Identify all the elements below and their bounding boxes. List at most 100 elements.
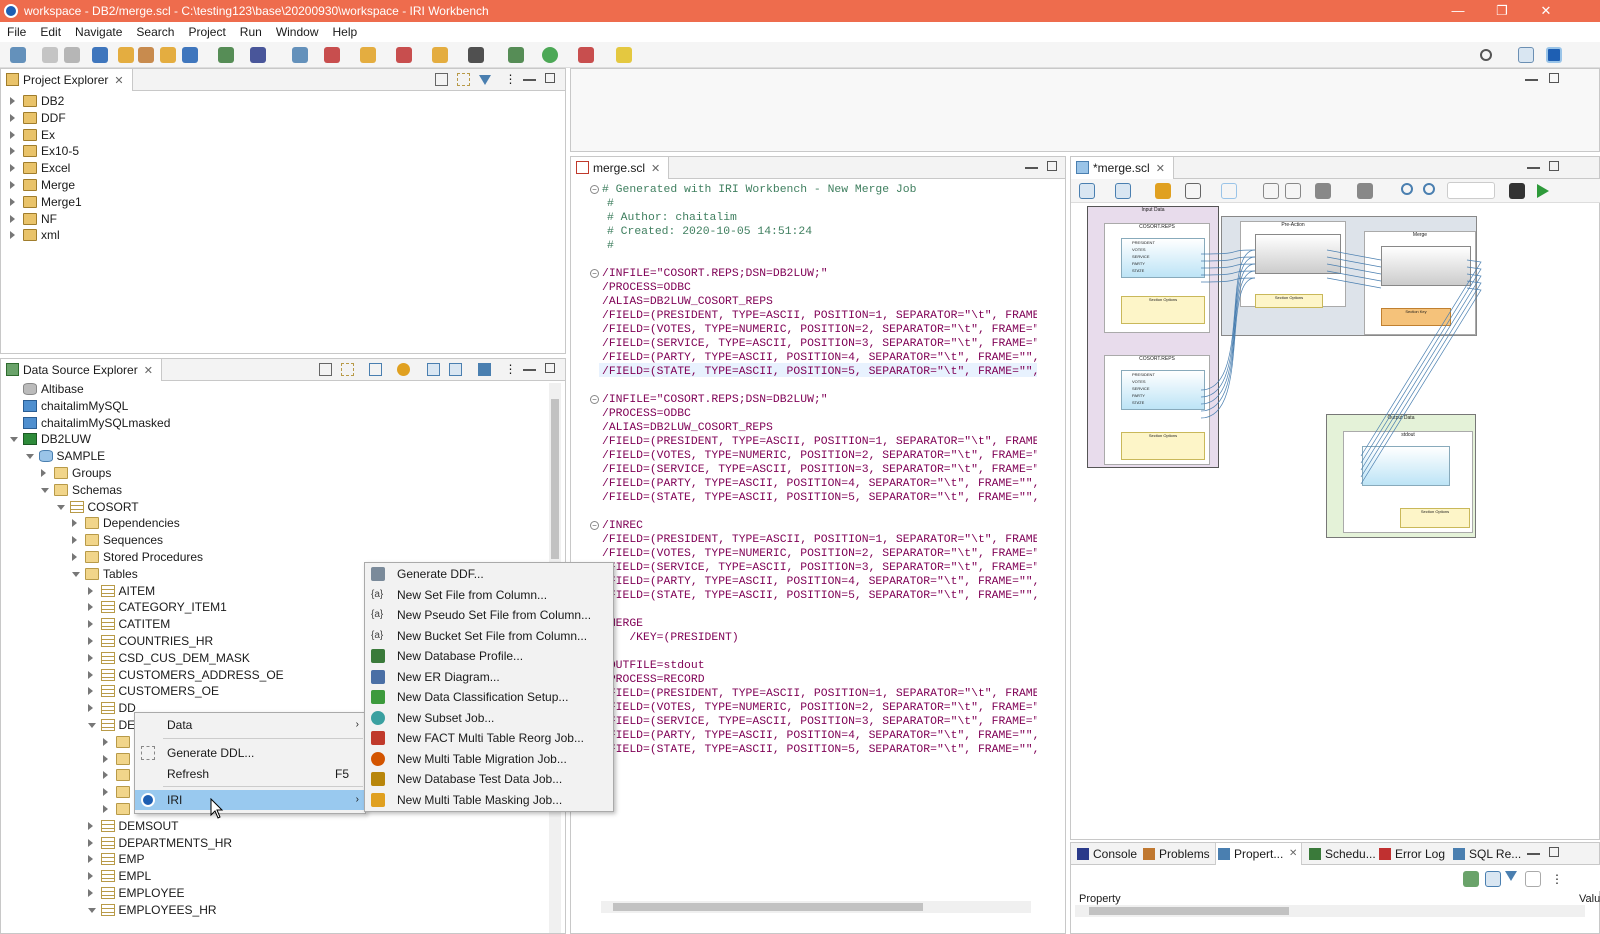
editor-horizontal-scrollbar[interactable]	[601, 901, 1031, 913]
expand-icon[interactable]	[72, 519, 77, 528]
expand-icon[interactable]	[10, 214, 15, 223]
expand-icon[interactable]	[87, 687, 93, 696]
tab-merge-diagram[interactable]: *merge.scl ✕	[1071, 157, 1174, 179]
iri-menu-item[interactable]: New Data Classification Setup...	[365, 687, 613, 707]
expand-icon[interactable]	[87, 821, 93, 830]
project-item[interactable]: Merge1	[1, 194, 561, 211]
expand-icon[interactable]	[10, 164, 15, 173]
tree-node[interactable]: Altibase	[1, 381, 547, 398]
minimize-view-icon[interactable]	[523, 73, 536, 81]
iri-logo-icon[interactable]	[182, 47, 198, 63]
tools-icon[interactable]	[292, 47, 308, 63]
link-icon[interactable]	[341, 363, 354, 376]
expand-icon[interactable]	[10, 147, 15, 156]
debug-icon[interactable]	[218, 47, 234, 63]
collapse-icon[interactable]	[25, 454, 34, 460]
iri-menu-item[interactable]: {a} New Pseudo Set File from Column...	[365, 605, 613, 625]
expand-icon[interactable]	[87, 872, 93, 881]
filter-icon[interactable]	[1221, 183, 1237, 199]
project-item[interactable]: Excel	[1, 160, 561, 177]
project-item[interactable]: DB2	[1, 93, 561, 110]
bottom-tab-problems[interactable]: Problems	[1141, 843, 1210, 865]
minimize-view-icon[interactable]	[1527, 161, 1540, 169]
new-icon[interactable]	[10, 47, 26, 63]
iri-menu-item[interactable]: {a} New Set File from Column...	[365, 585, 613, 605]
close-tab-icon[interactable]: ✕	[1156, 163, 1165, 175]
tree-node[interactable]: COSORT	[1, 499, 547, 516]
expand-icon[interactable]	[87, 603, 93, 612]
project-item[interactable]: Merge	[1, 177, 561, 194]
code-editor[interactable]: − # Generated with IRI Workbench - New Me…	[571, 179, 1037, 899]
save-icon[interactable]	[42, 47, 58, 63]
expand-icon[interactable]	[10, 97, 15, 105]
tree-node[interactable]: EMP	[1, 851, 547, 868]
save-icon[interactable]	[478, 363, 491, 376]
console-icon[interactable]	[92, 47, 108, 63]
refresh-icon[interactable]	[1155, 183, 1171, 199]
context-menu-item-data[interactable]: Data ›	[135, 715, 365, 735]
menu-project[interactable]: Project	[181, 25, 232, 39]
collapse-all-icon[interactable]	[435, 73, 448, 86]
bottom-tab-sqlre[interactable]: SQL Re...	[1451, 843, 1521, 865]
menu-window[interactable]: Window	[269, 25, 326, 39]
menu-file[interactable]: File	[0, 25, 33, 39]
export-icon[interactable]	[449, 363, 462, 376]
project-item[interactable]: Ex10-5	[1, 143, 561, 160]
expand-icon[interactable]	[10, 113, 15, 122]
collapse-icon[interactable]	[72, 571, 80, 577]
minimize-view-icon[interactable]	[1525, 73, 1538, 81]
run-icon[interactable]	[542, 47, 558, 63]
open-perspective-icon[interactable]	[1518, 47, 1534, 63]
iri-menu-item[interactable]: New Multi Table Masking Job...	[365, 790, 613, 810]
zoom-in-icon[interactable]	[1401, 183, 1413, 195]
categories-icon[interactable]	[1485, 871, 1501, 887]
context-menu-item-generate-ddl[interactable]: Generate DDL...	[135, 743, 365, 763]
tree-node[interactable]: SAMPLE	[1, 448, 547, 465]
expand-icon[interactable]	[103, 754, 108, 763]
close-tab-icon[interactable]: ✕	[651, 163, 660, 175]
maximize-view-icon[interactable]	[1549, 847, 1559, 857]
tree-node[interactable]: EMPLOYEES_HR	[1, 902, 547, 919]
menu-navigate[interactable]: Navigate	[68, 25, 129, 39]
expand-icon[interactable]	[103, 771, 108, 780]
import-icon[interactable]	[138, 47, 154, 63]
tab-project-explorer[interactable]: Project Explorer ✕	[1, 69, 133, 91]
collapse-icon[interactable]	[10, 437, 18, 443]
minimize-view-icon[interactable]	[523, 363, 536, 371]
menu-run[interactable]: Run	[233, 25, 269, 39]
iri-menu-item[interactable]: New Subset Job...	[365, 708, 613, 728]
expand-icon[interactable]	[87, 704, 93, 713]
close-button[interactable]: ✕	[1524, 0, 1568, 22]
project-item[interactable]: NF	[1, 211, 561, 228]
scrollbar-thumb[interactable]	[1089, 907, 1289, 915]
iri-menu-item[interactable]: New Database Profile...	[365, 646, 613, 666]
auto-arrange-icon[interactable]	[1115, 183, 1131, 199]
fold-icon[interactable]: −	[590, 269, 599, 278]
test-data-icon[interactable]	[396, 47, 412, 63]
expand-icon[interactable]	[10, 181, 15, 189]
filter-icon[interactable]	[479, 75, 491, 85]
filter-icon[interactable]	[1505, 871, 1517, 881]
masking-icon[interactable]	[360, 47, 376, 63]
bottom-tab-console[interactable]: Console	[1075, 843, 1137, 865]
close-tab-icon[interactable]: ✕	[1289, 843, 1297, 865]
select-icon[interactable]	[1185, 183, 1201, 199]
view-menu-icon[interactable]: ⋮	[504, 363, 517, 376]
maximize-view-icon[interactable]	[545, 73, 555, 83]
fold-icon[interactable]: −	[590, 521, 599, 530]
bottom-tab-schedu[interactable]: Schedu...	[1307, 843, 1376, 865]
scrollbar-thumb[interactable]	[613, 903, 923, 911]
expand-icon[interactable]	[10, 197, 15, 206]
clipboard-icon[interactable]	[1357, 183, 1373, 199]
tree-node[interactable]: chaitalimMySQLmasked	[1, 415, 547, 432]
expand-icon[interactable]	[103, 788, 108, 797]
lock-icon[interactable]	[432, 47, 448, 63]
search-icon[interactable]	[1480, 49, 1492, 61]
layout-icon[interactable]	[1079, 183, 1095, 199]
run-icon[interactable]	[1537, 184, 1549, 198]
expand-icon[interactable]	[103, 737, 108, 746]
expand-icon[interactable]	[87, 620, 93, 629]
collapse-icon[interactable]	[41, 487, 49, 493]
collapse-icon[interactable]	[56, 504, 65, 510]
tree-node[interactable]: EMPL	[1, 868, 547, 885]
